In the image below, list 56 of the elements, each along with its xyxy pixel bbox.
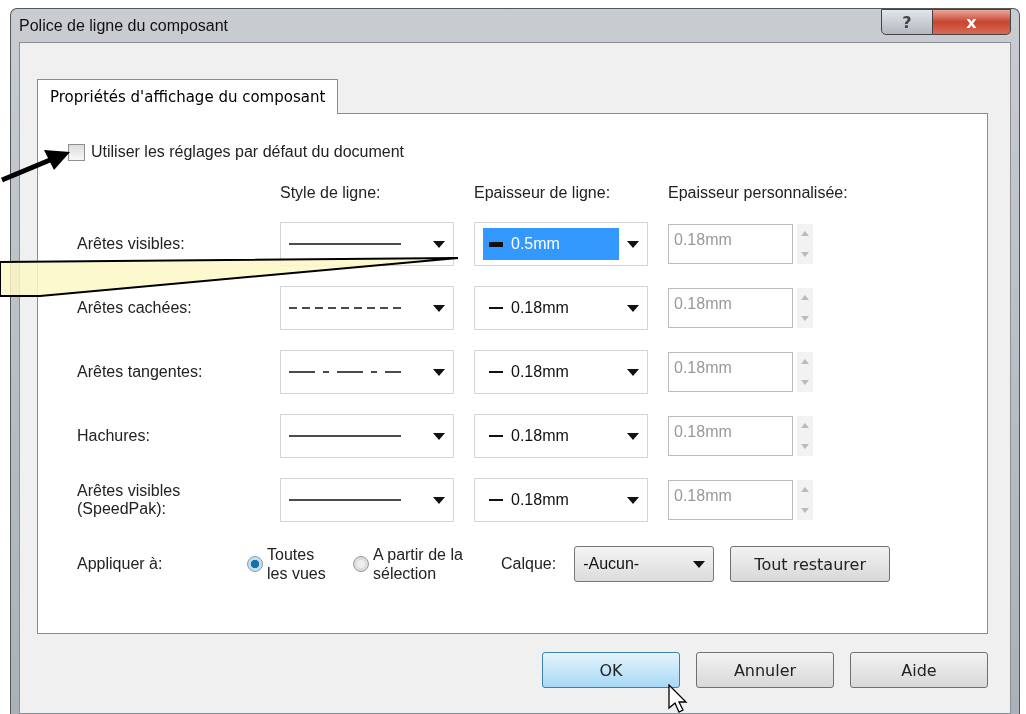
radio-button[interactable] — [353, 556, 369, 572]
radio-button[interactable] — [247, 556, 263, 572]
row-label: Arêtes cachées: — [77, 299, 193, 317]
thickness-dropdown[interactable]: 0.18mm — [474, 414, 648, 458]
caret-icon — [627, 496, 639, 504]
window-title: Police de ligne du composant — [19, 16, 229, 35]
radio-label: Toutes les vues — [267, 545, 327, 583]
caret-icon — [433, 432, 445, 440]
checkbox[interactable] — [68, 143, 85, 161]
thickness-value: 0.5mm — [483, 228, 619, 260]
line-style-dropdown[interactable] — [280, 414, 454, 458]
thickness-value: 0.18mm — [483, 484, 619, 516]
spinner-icon[interactable] — [797, 480, 813, 520]
column-header: Epaisseur de ligne: — [474, 184, 612, 202]
caret-icon — [627, 240, 639, 248]
help-button[interactable]: ? — [881, 9, 933, 35]
row-label: Arêtes visibles: — [77, 235, 186, 253]
spinner-icon[interactable] — [797, 352, 813, 392]
spinner-icon[interactable] — [797, 416, 813, 456]
dialog-button[interactable]: OK — [542, 652, 680, 688]
row-label: Hachures: — [77, 427, 151, 445]
row-label: Arêtes tangentes: — [77, 363, 204, 381]
column-header: Epaisseur personnalisée: — [668, 184, 849, 202]
thickness-icon — [489, 241, 503, 247]
thickness-value: 0.18mm — [483, 356, 619, 388]
layer-label: Calque: — [501, 555, 557, 573]
row-label: Arêtes visibles (SpeedPak): — [77, 482, 182, 518]
spinner-icon[interactable] — [797, 288, 813, 328]
close-button[interactable]: x — [933, 9, 1011, 35]
spinner-icon[interactable] — [797, 224, 813, 264]
checkbox-label: Utiliser les réglages par défaut du document — [91, 143, 405, 161]
caret-icon — [433, 240, 445, 248]
dialog-button[interactable]: Annuler — [696, 652, 834, 688]
column-header: Style de ligne: — [280, 184, 382, 202]
restore-button[interactable]: Tout restaurer — [730, 546, 891, 582]
caret-icon — [693, 560, 706, 568]
radio-label: A partir de la sélection — [373, 545, 464, 583]
line-style-dropdown[interactable] — [280, 350, 454, 394]
mouse-cursor-icon — [668, 684, 688, 714]
caret-icon — [433, 368, 445, 376]
layer-dropdown[interactable]: -Aucun- — [574, 546, 715, 582]
apply-label: Appliquer à: — [77, 555, 164, 573]
caret-icon — [433, 496, 445, 504]
dialog-button[interactable]: Aide — [850, 652, 988, 688]
line-style-dropdown[interactable] — [280, 286, 454, 330]
caret-icon — [627, 432, 639, 440]
thickness-dropdown[interactable]: 0.18mm — [474, 350, 648, 394]
thickness-value: 0.18mm — [483, 292, 619, 324]
thickness-dropdown[interactable]: 0.18mm — [474, 478, 648, 522]
tab[interactable]: Propriétés d'affichage du composant — [37, 79, 339, 114]
thickness-value: 0.18mm — [483, 420, 619, 452]
caret-icon — [433, 304, 445, 312]
caret-icon — [627, 368, 639, 376]
thickness-dropdown[interactable]: 0.18mm — [474, 286, 648, 330]
caret-icon — [627, 304, 639, 312]
line-style-dropdown[interactable] — [280, 478, 454, 522]
